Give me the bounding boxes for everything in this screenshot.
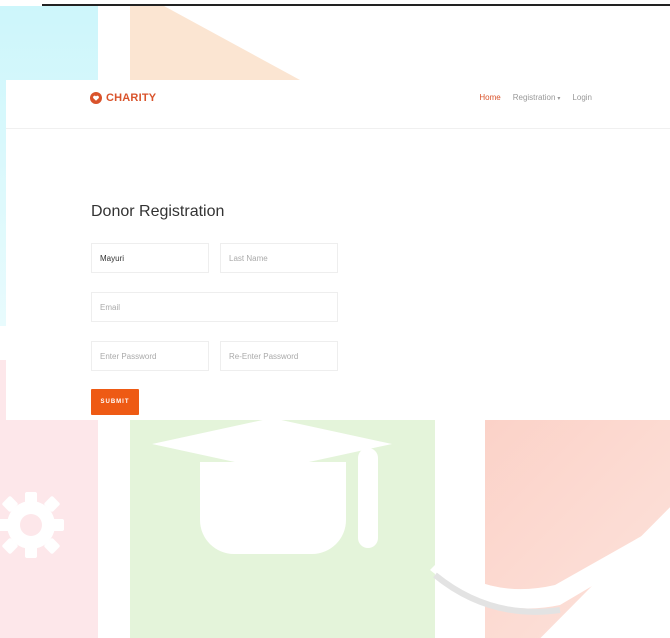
first-name-field[interactable] xyxy=(91,243,209,273)
nav-login[interactable]: Login xyxy=(572,93,592,102)
graduation-cap-base xyxy=(200,462,346,554)
nav-registration-label: Registration xyxy=(512,93,556,102)
nav-registration[interactable]: Registration ▾ xyxy=(513,93,561,102)
password-field[interactable] xyxy=(91,341,209,371)
re-enter-password-field[interactable] xyxy=(220,341,338,371)
background-shape-peach xyxy=(130,6,300,80)
email-field[interactable] xyxy=(91,292,338,322)
nav-links: Home Registration ▾ Login xyxy=(479,93,592,102)
page-title: Donor Registration xyxy=(91,203,225,220)
last-name-field[interactable] xyxy=(220,243,338,273)
graduation-cap-tassel xyxy=(358,448,378,548)
brand-name: CHARITY xyxy=(106,92,157,104)
charity-logo-icon xyxy=(90,92,102,104)
gear-icon xyxy=(0,492,64,558)
registration-card: CHARITY Home Registration ▾ Login Donor R… xyxy=(6,80,670,420)
top-rule xyxy=(42,4,670,6)
submit-button[interactable]: SUBMIT xyxy=(91,389,139,415)
navbar: CHARITY Home Registration ▾ Login xyxy=(6,80,670,129)
brand[interactable]: CHARITY xyxy=(90,92,156,104)
chevron-down-icon: ▾ xyxy=(557,96,561,102)
swoosh-graphic xyxy=(430,520,670,615)
nav-home[interactable]: Home xyxy=(479,93,500,102)
